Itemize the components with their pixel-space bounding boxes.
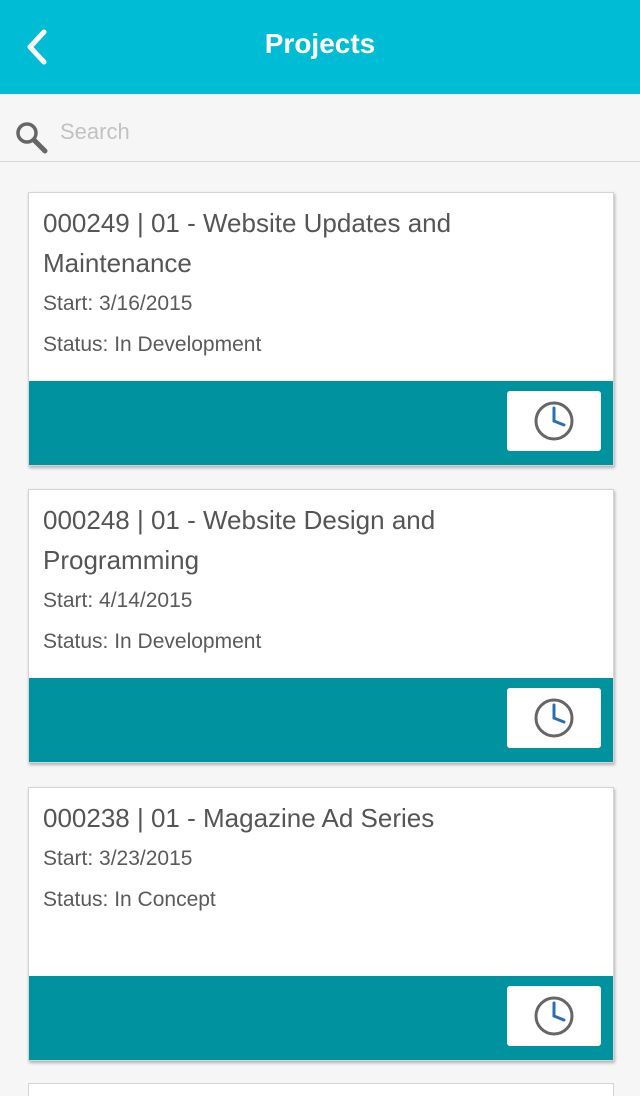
clock-icon bbox=[534, 401, 574, 441]
project-start: Start: 3/16/2015 bbox=[43, 292, 193, 315]
project-status: Status: In Development bbox=[43, 630, 262, 653]
project-card[interactable]: 000248 | 01 - Website Design and Program… bbox=[28, 489, 614, 763]
project-card-footer bbox=[29, 381, 613, 465]
project-card[interactable]: 000249 | 01 - Website Updates and Mainte… bbox=[28, 192, 614, 466]
time-entry-button[interactable] bbox=[507, 986, 601, 1046]
project-card-footer bbox=[29, 678, 613, 762]
project-title-line1: 000248 | 01 - Website Design and bbox=[43, 505, 436, 535]
project-card-body: 000238 | 01 - Magazine Ad Series Start: … bbox=[29, 788, 613, 976]
time-entry-button[interactable] bbox=[507, 688, 601, 748]
project-start: Start: 3/23/2015 bbox=[43, 847, 193, 870]
project-status: Status: In Development bbox=[43, 333, 262, 356]
project-title-line1: 000238 | 01 - Magazine Ad Series bbox=[43, 803, 435, 833]
project-card-body: 000248 | 01 - Website Design and Program… bbox=[29, 490, 613, 678]
project-title-line2: Programming bbox=[43, 545, 200, 575]
project-card-body: 000249 | 01 - Website Updates and Mainte… bbox=[29, 193, 613, 381]
page-title: Projects bbox=[264, 28, 376, 59]
project-status: Status: In Concept bbox=[43, 888, 216, 911]
project-card[interactable]: 000238 | 01 - Magazine Ad Series Start: … bbox=[28, 787, 614, 1061]
project-card-footer bbox=[29, 976, 613, 1060]
time-entry-button[interactable] bbox=[507, 391, 601, 451]
project-title-line1: 000249 | 01 - Website Updates and bbox=[43, 208, 452, 238]
clock-icon bbox=[534, 996, 574, 1036]
clock-icon bbox=[534, 698, 574, 738]
search-input[interactable] bbox=[60, 114, 620, 150]
search-bar bbox=[0, 94, 640, 162]
app-header: Projects bbox=[0, 0, 640, 94]
project-title-line2: Maintenance bbox=[43, 248, 192, 278]
project-card[interactable] bbox=[28, 1083, 614, 1096]
project-start: Start: 4/14/2015 bbox=[43, 589, 193, 612]
search-icon bbox=[16, 122, 48, 154]
